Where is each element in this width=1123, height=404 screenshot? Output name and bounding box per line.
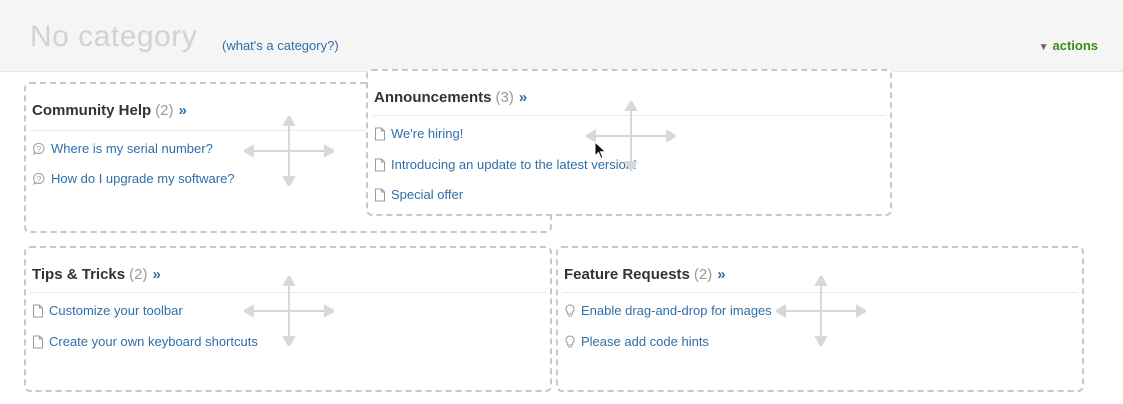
section-header: Feature Requests (2)» [564,266,726,283]
section-count: (2) [155,102,174,119]
section-title[interactable]: Announcements [374,89,492,106]
section-divider [562,292,1078,293]
section-header: Community Help (2) » [32,102,187,119]
section-count: (2) [129,266,148,283]
section-more-link[interactable]: » [519,89,527,106]
document-icon [375,188,385,201]
list-item[interactable]: We're hiring! [374,126,463,141]
section-title[interactable]: Feature Requests [564,266,690,283]
section-divider [372,115,886,116]
document-icon [375,127,385,140]
question-bubble-icon: ? [33,172,45,185]
list-item[interactable]: Customize your toolbar [32,303,183,318]
section-feature-requests[interactable]: Feature Requests (2)» Enable drag-and-dro… [556,246,1084,392]
item-label: Where is my serial number? [51,141,213,156]
item-label: Customize your toolbar [49,303,183,318]
category-title: No category [30,20,198,53]
question-bubble-icon: ? [33,142,45,155]
category-header: No category (what's a category?) ▼ action… [0,0,1123,72]
section-announcements[interactable]: Announcements (3)» We're hiring! Introduc… [366,69,892,216]
section-more-link[interactable]: » [179,102,187,119]
section-more-link[interactable]: » [717,266,725,283]
section-header: Announcements (3) » [374,89,527,106]
section-title[interactable]: Tips & Tricks [32,266,125,283]
dropdown-triangle-icon: ▼ [1038,42,1049,53]
list-item[interactable]: Enable drag-and-drop for images [564,303,772,318]
list-item[interactable]: Please add code hints [564,334,709,349]
lightbulb-icon [565,303,575,316]
document-icon [375,158,385,171]
whats-a-category-link[interactable]: (what's a category?) [222,38,339,53]
item-label: How do I upgrade my software? [51,171,235,186]
list-item[interactable]: Special offer [374,187,463,202]
section-tips-tricks[interactable]: Tips & Tricks (2)» Customize your toolbar… [24,246,552,392]
item-label: Please add code hints [581,334,709,349]
section-count: (3) [495,89,514,106]
list-item[interactable]: ? How do I upgrade my software? [32,171,235,186]
item-label: Enable drag-and-drop for images [581,303,772,318]
list-item[interactable]: Create your own keyboard shortcuts [32,334,258,349]
actions-label: actions [1052,38,1098,53]
move-arrows-icon [244,116,334,186]
section-header: Tips & Tricks (2)» [32,266,161,283]
svg-text:?: ? [37,145,42,154]
document-icon [33,304,43,317]
move-arrows-icon [776,276,866,346]
actions-menu[interactable]: ▼ actions [1039,38,1098,53]
list-item[interactable]: ? Where is my serial number? [32,141,213,156]
lightbulb-icon [565,334,575,347]
section-title[interactable]: Community Help [32,102,151,119]
document-icon [33,335,43,348]
section-more-link[interactable]: » [152,266,160,283]
section-count: (2) [693,266,713,283]
mouse-cursor-icon [594,141,607,160]
item-label: Special offer [391,187,464,202]
section-divider [30,292,546,293]
item-label: Create your own keyboard shortcuts [49,334,258,349]
item-label: We're hiring! [391,126,464,141]
svg-text:?: ? [37,175,42,184]
